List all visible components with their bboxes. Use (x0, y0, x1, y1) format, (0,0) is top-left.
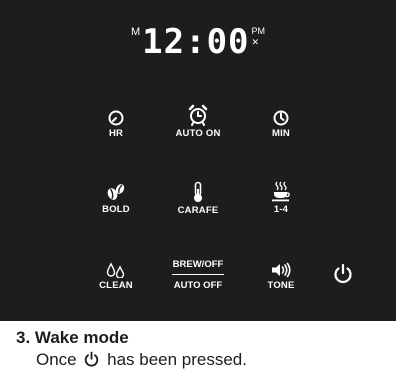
control-panel: M12:00 PM ✕ HR AUTO ON MIN BOLD CARAFE 1… (0, 0, 396, 321)
caption-heading: 3. Wake mode (16, 328, 129, 347)
alarm-mark: ✕ (251, 37, 260, 47)
auto-off-label: AUTO OFF (173, 280, 223, 291)
alarm-clock-icon (188, 104, 208, 126)
pm-indicator: PM ✕ (252, 26, 266, 48)
coffee-cup-icon (272, 181, 290, 202)
power-button[interactable] (323, 263, 363, 287)
pm-label: PM (251, 26, 266, 36)
caption-text-before: Once (36, 350, 77, 369)
clean-label: CLEAN (99, 280, 133, 291)
caption-text: Once has been pressed. (16, 349, 247, 371)
bold-button[interactable]: BOLD (71, 182, 161, 215)
clock-display: M12:00 PM ✕ (0, 22, 396, 62)
carafe-button[interactable]: CARAFE (153, 181, 243, 216)
clock-minute-icon (273, 110, 289, 126)
auto-on-button[interactable]: AUTO ON (153, 104, 243, 139)
one-to-four-label: 1-4 (273, 204, 289, 215)
min-label: MIN (271, 128, 290, 139)
auto-on-label: AUTO ON (175, 128, 221, 139)
clock-mode-letter: M (130, 26, 141, 38)
brew-off-button[interactable]: BREW/OFF AUTO OFF (153, 259, 243, 291)
power-icon (334, 263, 352, 284)
tone-label: TONE (267, 280, 295, 291)
clean-button[interactable]: CLEAN (71, 262, 161, 291)
tone-button[interactable]: TONE (236, 262, 326, 291)
clock-time: 12:00 (142, 22, 250, 62)
clock-hour-icon (108, 110, 124, 126)
carafe-label: CARAFE (177, 205, 219, 216)
caption: 3. Wake mode Once has been pressed. (16, 327, 247, 371)
one-to-four-button[interactable]: 1-4 (236, 180, 326, 215)
brew-off-label: BREW/OFF (172, 259, 224, 270)
water-drops-icon (106, 262, 125, 278)
hr-label: HR (108, 128, 124, 139)
thermometer-icon (194, 181, 202, 202)
caption-text-after: has been pressed. (107, 350, 247, 369)
speaker-icon (272, 262, 291, 278)
brew-off-divider (172, 274, 224, 275)
power-icon (85, 351, 99, 367)
bold-label: BOLD (102, 204, 130, 215)
hr-button[interactable]: HR (71, 110, 161, 139)
min-button[interactable]: MIN (236, 110, 326, 139)
coffee-beans-icon (107, 184, 125, 200)
